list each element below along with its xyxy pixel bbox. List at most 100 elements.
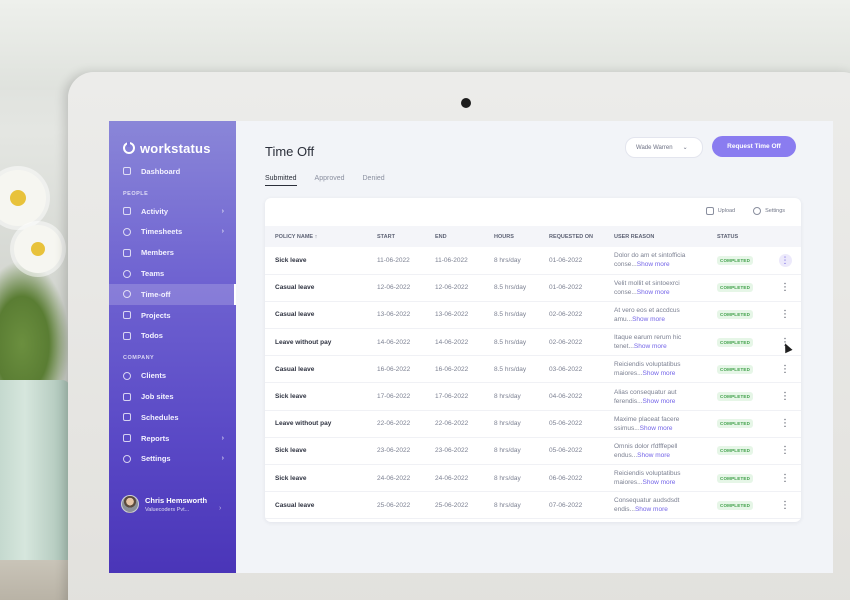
chevron-right-icon: ›: [221, 207, 224, 215]
show-more-link[interactable]: Show more: [632, 316, 665, 323]
user-select-dropdown[interactable]: Wade Warren ⌄: [625, 137, 703, 158]
kebab-menu-icon[interactable]: ⋮: [780, 391, 790, 402]
show-more-link[interactable]: Show more: [643, 370, 676, 377]
user-reason-text: Itaque earum rerum hic: [614, 334, 682, 342]
kebab-menu-icon[interactable]: ⋮: [780, 500, 790, 511]
table-row[interactable]: Sick leave 24-06-2022 24-06-2022 8 hrs/day 0…: [265, 464, 801, 493]
table-row[interactable]: Leave without pay 14-06-2022 14-06-2022 8.5…: [265, 328, 801, 357]
chevron-right-icon: ›: [221, 455, 224, 463]
show-more-link[interactable]: Show more: [637, 261, 670, 268]
user-reason-text-cont: ferendis...: [614, 397, 643, 405]
start-cell: 23-06-2022: [377, 437, 435, 466]
row-actions-cell: ⋮: [769, 301, 801, 330]
end-cell: 17-06-2022: [435, 382, 494, 411]
table-header-row: POLICY NAME ↑ START END HOURS REQUESTED …: [265, 226, 801, 247]
end-cell: 14-06-2022: [435, 328, 494, 357]
show-more-link[interactable]: Show more: [637, 452, 670, 459]
status-badge: COMPLETED: [717, 419, 754, 429]
user-reason-cell: Reiciendis voluptatibus maiores...Show mo…: [614, 355, 717, 384]
chevron-right-icon[interactable]: ›: [219, 505, 221, 512]
kebab-menu-icon[interactable]: ⋮: [780, 282, 790, 293]
row-actions-cell: ⋮: [769, 274, 801, 302]
kebab-menu-icon[interactable]: ⋮: [780, 309, 790, 320]
user-reason-cell: Velit mollit et sintoexrci conse...Show m…: [614, 274, 717, 302]
kebab-menu-icon[interactable]: ⋮: [778, 253, 792, 267]
table-row[interactable]: Casual leave 12-06-2022 12-06-2022 8.5 hrs/…: [265, 274, 801, 302]
show-more-link[interactable]: Show more: [643, 398, 676, 405]
sidebar-item-schedules[interactable]: Schedules: [109, 407, 236, 428]
sidebar-item-clients[interactable]: Clients: [109, 365, 236, 386]
sidebar-item-todos[interactable]: Todos: [109, 326, 236, 347]
policy-cell: Sick leave: [265, 464, 377, 493]
user-reason-text-cont: conse...: [614, 288, 637, 296]
show-more-link[interactable]: Show more: [634, 343, 667, 350]
sidebar-item-projects[interactable]: Projects: [109, 305, 236, 326]
request-time-off-button[interactable]: Request Time Off: [712, 136, 796, 157]
kebab-menu-icon[interactable]: ⋮: [780, 445, 790, 456]
screen: workstatus Dashboard PEOPLE Activity › T…: [109, 121, 833, 573]
show-more-link[interactable]: Show more: [637, 289, 670, 296]
column-header-policy[interactable]: POLICY NAME ↑: [265, 226, 377, 247]
table-row[interactable]: Casual leave 13-06-2022 13-06-2022 8.5 hrs/…: [265, 301, 801, 330]
logo-text: workstatus: [140, 140, 211, 156]
table-row[interactable]: Leave without pay 22-06-2022 22-06-2022 8 h…: [265, 410, 801, 438]
policy-cell: Casual leave: [265, 355, 377, 384]
user-reason-text: Alias consequatur aut: [614, 388, 677, 396]
table-row[interactable]: Sick leave 23-06-2022 23-06-2022 8 hrs/day 0…: [265, 437, 801, 466]
sidebar-item-dashboard[interactable]: Dashboard: [109, 161, 236, 182]
column-header-status: STATUS: [717, 226, 769, 247]
hours-cell: 8 hrs/day: [494, 410, 549, 438]
user-reason-cell: Omnis dolor rfdfffepell endus...Show more: [614, 437, 717, 466]
policy-cell: Sick leave: [265, 247, 377, 275]
hours-cell: 8 hrs/day: [494, 491, 549, 520]
table-row[interactable]: Sick leave 17-06-2022 17-06-2022 8 hrs/day 0…: [265, 382, 801, 411]
kebab-menu-icon[interactable]: ⋮: [780, 364, 790, 375]
status-badge: COMPLETED: [717, 283, 754, 293]
table-row[interactable]: Casual leave 25-06-2022 25-06-2022 8 hrs/da…: [265, 491, 801, 520]
user-reason-cell: At vero eos et accdcus amu...Show more: [614, 301, 717, 330]
sidebar-item-time-off[interactable]: Time-off: [109, 283, 236, 305]
user-reason-text-cont: maiores...: [614, 479, 643, 487]
column-header-requested-on: REQUESTED ON: [549, 226, 614, 247]
webcam: [461, 98, 471, 108]
user-reason-text: Velit mollit et sintoexrci: [614, 279, 680, 287]
user-reason-text: Maxime placeat facere: [614, 415, 680, 423]
policy-cell: Casual leave: [265, 491, 377, 520]
sidebar-item-settings[interactable]: Settings ›: [109, 449, 236, 470]
user-reason-text: Dolor do am et sintofficia: [614, 252, 686, 260]
requested-on-cell: 07-06-2022: [549, 491, 614, 520]
sidebar-item-job-sites[interactable]: Job sites: [109, 386, 236, 407]
user-reason-cell: Consequatur audsdsdt endis...Show more: [614, 491, 717, 520]
kebab-menu-icon[interactable]: ⋮: [780, 418, 790, 429]
user-reason-text: Reiciendis voluptatibus: [614, 470, 681, 478]
status-cell: COMPLETED: [717, 328, 769, 357]
user-name: Chris Hemsworth: [145, 495, 208, 505]
user-reason-text-cont: maiores...: [614, 370, 643, 378]
column-header-actions: [769, 226, 801, 247]
user-reason-cell: Dolor do am et sintofficia conse...Show m…: [614, 247, 717, 275]
show-more-link[interactable]: Show more: [643, 479, 676, 486]
status-badge: COMPLETED: [717, 392, 754, 402]
status-badge: COMPLETED: [717, 364, 754, 374]
requested-on-cell: 01-06-2022: [549, 274, 614, 302]
tab-submitted[interactable]: Submitted: [265, 175, 297, 186]
tab-denied[interactable]: Denied: [363, 175, 385, 186]
gear-icon: [123, 454, 131, 463]
show-more-link[interactable]: Show more: [635, 506, 668, 513]
kebab-menu-icon[interactable]: ⋮: [780, 473, 790, 484]
column-header-user-reason: USER REASON: [614, 226, 717, 247]
sidebar-item-timesheets[interactable]: Timesheets ›: [109, 222, 236, 243]
tab-approved[interactable]: Approved: [315, 175, 345, 186]
table-row[interactable]: Sick leave 11-06-2022 11-06-2022 8 hrs/day 0…: [265, 247, 801, 275]
sidebar-item-teams[interactable]: Teams: [109, 263, 236, 284]
sidebar-item-activity[interactable]: Activity ›: [109, 201, 236, 222]
end-cell: 16-06-2022: [435, 355, 494, 384]
upload-button[interactable]: Upload: [705, 207, 735, 215]
settings-button[interactable]: Settings: [753, 207, 785, 215]
show-more-link[interactable]: Show more: [640, 425, 673, 432]
user-profile[interactable]: Chris Hemsworth Valuecoders Pvt...: [121, 495, 207, 513]
logo[interactable]: workstatus: [109, 121, 236, 161]
sidebar-item-reports[interactable]: Reports ›: [109, 428, 236, 449]
sidebar-item-members[interactable]: Members: [109, 242, 236, 263]
table-row[interactable]: Casual leave 16-06-2022 16-06-2022 8.5 hrs/…: [265, 355, 801, 384]
